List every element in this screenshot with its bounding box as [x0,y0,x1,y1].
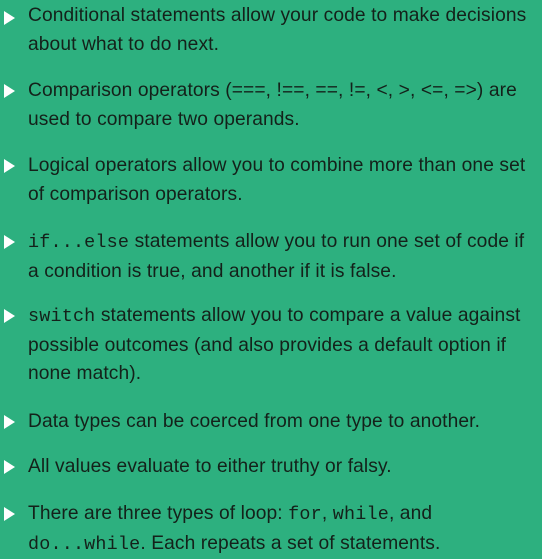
code-keyword: switch [28,306,96,327]
bullet-text-segment: , [321,503,333,524]
bullet-text-segment: Comparison operators (===, !==, ==, !=, … [28,80,517,130]
bullet-text: Data types can be coerced from one type … [28,408,530,437]
bullet-text-segment: There are three types of loop: [28,503,289,524]
bullet-text: Logical operators allow you to combine m… [28,152,530,209]
triangle-bullet-icon [4,11,15,25]
code-keyword: do...while [28,533,141,555]
bullet-text: Comparison operators (===, !==, ==, !=, … [28,77,530,134]
triangle-bullet-icon [4,507,15,521]
bullet-text: if...else statements allow you to run on… [28,228,530,286]
bullet-text-segment: Data types can be coerced from one type … [28,411,481,432]
bullet-text-segment: , and [388,503,433,524]
triangle-bullet-icon [4,309,15,323]
code-keyword: while [332,504,389,525]
bullet-text-segment: statements allow you to compare a value … [28,305,521,384]
bullet-text-segment: Conditional statements allow your code t… [28,5,527,55]
triangle-bullet-icon [4,159,15,173]
code-keyword: if...else [28,232,130,253]
bullet-text-segment: All values evaluate to either truthy or … [28,456,392,477]
summary-panel: Conditional statements allow your code t… [0,0,542,557]
triangle-bullet-icon [4,460,15,474]
bullet-text: All values evaluate to either truthy or … [28,453,530,482]
triangle-bullet-icon [4,235,15,249]
code-keyword: for [288,504,322,525]
triangle-bullet-icon [4,415,15,429]
triangle-bullet-icon [4,84,15,98]
bullet-text: Conditional statements allow your code t… [28,2,530,59]
bullet-text: There are three types of loop: for, whil… [28,500,530,559]
bullet-text-segment: . Each repeats a set of statements. [140,532,441,554]
bullet-text: switch statements allow you to compare a… [28,302,530,389]
bullet-text-segment: Logical operators allow you to combine m… [28,155,526,205]
